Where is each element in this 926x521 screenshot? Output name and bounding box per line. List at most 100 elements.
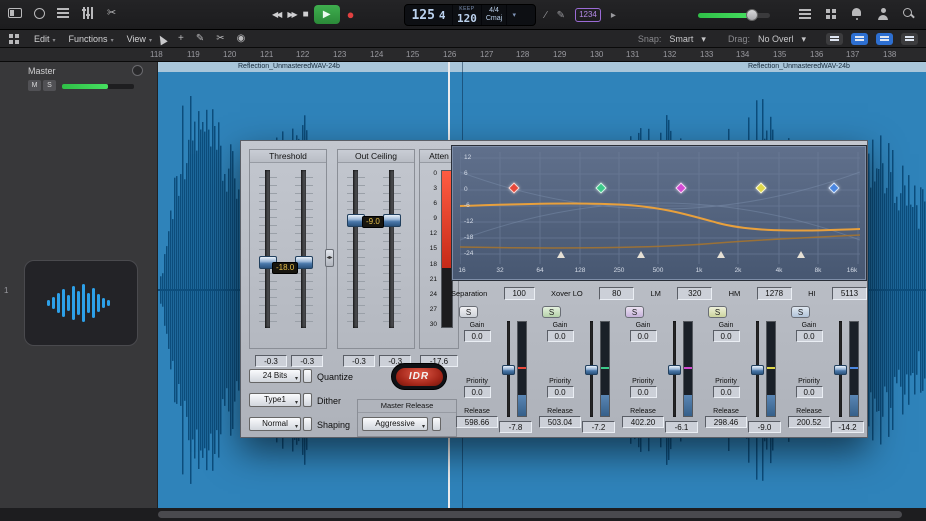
shaping-dropdown[interactable]: Normal <box>249 417 301 431</box>
band-fader[interactable] <box>834 321 847 417</box>
threshold-value[interactable]: -18.0 <box>272 262 298 274</box>
mixer-icon[interactable] <box>82 7 95 19</box>
fader-cap[interactable] <box>668 365 681 375</box>
user-icon[interactable] <box>877 8 890 20</box>
gain-value[interactable]: 0.0 <box>796 330 823 342</box>
ceiling-fader-right[interactable] <box>383 170 401 328</box>
quick-help-icon[interactable] <box>34 8 45 19</box>
band-fader[interactable] <box>751 321 764 417</box>
audio-track-tile[interactable] <box>24 260 138 346</box>
timeline-ruler[interactable]: 118 119 120 121 122 123 124 125 126 127 … <box>0 48 926 62</box>
gain-value[interactable]: 0.0 <box>464 330 491 342</box>
search-icon[interactable] <box>903 8 916 20</box>
play-button[interactable]: ▶ <box>314 5 340 24</box>
fader-cap[interactable] <box>585 365 598 375</box>
stop-button[interactable]: ■ <box>303 9 307 20</box>
grid-view-icon[interactable] <box>825 8 838 20</box>
slash-icon[interactable]: ∕ <box>545 10 547 21</box>
xover-hm-value[interactable]: 1278 <box>757 287 792 300</box>
priority-value[interactable]: 0.0 <box>547 386 574 398</box>
priority-value[interactable]: 0.0 <box>713 386 740 398</box>
lcd-chevron-icon[interactable] <box>507 5 521 25</box>
band-solo-button[interactable]: S <box>625 306 644 318</box>
master-level-slider[interactable] <box>698 13 770 18</box>
band-solo-button[interactable]: S <box>542 306 561 318</box>
view-menu[interactable]: View <box>127 34 152 44</box>
threshold-readout-right[interactable]: -0.3 <box>291 355 323 367</box>
threshold-fader-right[interactable] <box>295 170 313 328</box>
crossover-handle-4[interactable] <box>797 251 805 258</box>
threshold-fader-left[interactable] <box>259 170 277 328</box>
fader-cap[interactable] <box>834 365 847 375</box>
master-release-dropdown[interactable]: Aggressive <box>362 417 428 431</box>
crosshair-tool-icon[interactable]: + <box>178 33 184 45</box>
eq-graph[interactable]: 12 6 0 -6 -12 -18 -24 16 32 64 128 250 5… <box>451 145 867 281</box>
scrollbar-handle[interactable] <box>158 511 902 518</box>
band-fader[interactable] <box>502 321 515 417</box>
xover-lm-value[interactable]: 320 <box>677 287 712 300</box>
release-value[interactable]: 200.52 <box>788 416 830 428</box>
lcd-display[interactable]: 125 4 KEEP 120 4/4 Cmaj <box>404 4 536 26</box>
threshold-readout-left[interactable]: -0.3 <box>255 355 287 367</box>
crossover-handle-1[interactable] <box>557 251 565 258</box>
xover-lo-value[interactable]: 80 <box>599 287 634 300</box>
band-solo-button[interactable]: S <box>708 306 727 318</box>
tools-icon[interactable]: ✂ <box>107 7 120 19</box>
quantize-dropdown[interactable]: 24 Bits <box>249 369 301 383</box>
xover-hi-value[interactable]: 5113 <box>832 287 867 300</box>
fader-cap[interactable] <box>502 365 515 375</box>
gain-value[interactable]: 0.0 <box>547 330 574 342</box>
master-volume-slider[interactable] <box>62 84 134 89</box>
crossover-handle-2[interactable] <box>637 251 645 258</box>
forward-button[interactable]: ▶▶ <box>287 10 295 19</box>
drag-value[interactable]: No Overl <box>758 34 794 44</box>
priority-value[interactable]: 0.0 <box>796 386 823 398</box>
library-toggle-icon[interactable] <box>8 8 22 18</box>
band-solo-button[interactable]: S <box>791 306 810 318</box>
scissors-tool-icon[interactable]: ✂ <box>216 33 224 45</box>
inspector-icon[interactable] <box>57 7 70 19</box>
ceiling-value[interactable]: -9.0 <box>362 216 384 228</box>
release-value[interactable]: 298.46 <box>705 416 747 428</box>
band-solo-button[interactable]: S <box>459 306 478 318</box>
menu-icon[interactable] <box>799 8 812 20</box>
region-header[interactable]: Reflection_UnmasteredWAV-24b Reflection_… <box>158 62 926 72</box>
pan-knob[interactable] <box>132 65 143 76</box>
toolbar-button-active[interactable] <box>851 33 868 45</box>
master-release-side-box[interactable] <box>432 417 441 431</box>
toolbar-button[interactable] <box>826 33 843 45</box>
notifications-icon[interactable] <box>851 8 864 20</box>
ceiling-fader-left[interactable] <box>347 170 365 328</box>
crossover-handle-3[interactable] <box>717 251 725 258</box>
release-value[interactable]: 598.66 <box>456 416 498 428</box>
record-button[interactable]: ● <box>347 5 355 24</box>
chevron-right-icon[interactable]: ▸ <box>611 10 616 21</box>
link-button[interactable]: ◂▸ <box>325 249 334 267</box>
horizontal-scrollbar[interactable] <box>0 508 926 521</box>
gain-value[interactable]: 0.0 <box>713 330 740 342</box>
toolbar-button-active[interactable] <box>876 33 893 45</box>
pencil-tool-icon[interactable]: ✎ <box>196 33 204 45</box>
separation-value[interactable]: 100 <box>504 287 535 300</box>
priority-value[interactable]: 0.0 <box>630 386 657 398</box>
rewind-button[interactable]: ◀◀ <box>272 10 280 19</box>
band-fader[interactable] <box>668 321 681 417</box>
band-fader[interactable] <box>585 321 598 417</box>
beat-badge[interactable]: 1234 <box>575 8 601 22</box>
solo-button[interactable]: S <box>43 80 56 91</box>
view-options-icon[interactable] <box>8 33 21 45</box>
gain-value[interactable]: 0.0 <box>630 330 657 342</box>
mute-button[interactable]: M <box>28 80 41 91</box>
dither-dropdown[interactable]: Type1 <box>249 393 301 407</box>
edit-menu[interactable]: Edit <box>34 34 56 44</box>
dither-side-box[interactable] <box>303 393 312 407</box>
fader-cap[interactable] <box>751 365 764 375</box>
release-value[interactable]: 503.04 <box>539 416 581 428</box>
pencil-icon[interactable]: ✎ <box>557 10 565 21</box>
priority-value[interactable]: 0.0 <box>464 386 491 398</box>
master-level-knob[interactable] <box>746 9 758 21</box>
ceiling-readout-left[interactable]: -0.3 <box>343 355 375 367</box>
toolbar-button[interactable] <box>901 33 918 45</box>
shaping-side-box[interactable] <box>303 417 312 431</box>
snap-value[interactable]: Smart <box>669 34 693 44</box>
